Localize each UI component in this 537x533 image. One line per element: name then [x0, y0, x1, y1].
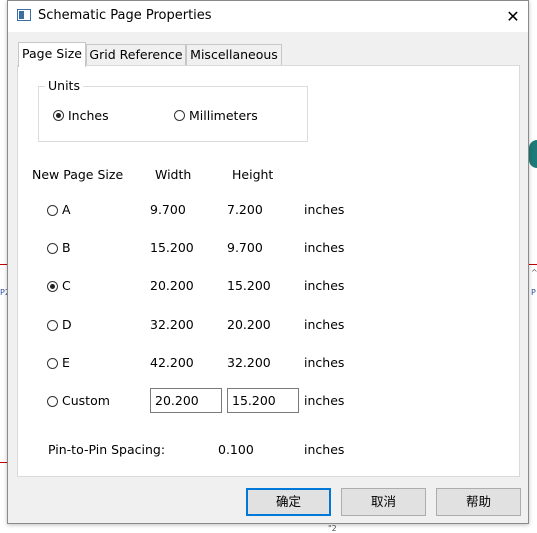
size-a-width: 9.700: [150, 202, 186, 217]
title-bar[interactable]: Schematic Page Properties ✕: [8, 1, 528, 32]
units-inches-label[interactable]: Inches: [68, 108, 109, 123]
size-c-unit: inches: [304, 278, 345, 293]
help-button[interactable]: 帮助: [436, 488, 521, 516]
background-teal-shape: [529, 140, 537, 168]
size-d-height: 20.200: [227, 317, 271, 332]
ok-button[interactable]: 确定: [246, 488, 331, 516]
custom-width-input[interactable]: [150, 388, 222, 413]
size-b-unit: inches: [304, 240, 345, 255]
size-b-width: 15.200: [150, 240, 194, 255]
close-button[interactable]: ✕: [498, 1, 528, 32]
units-millimeters-radio[interactable]: [174, 110, 185, 121]
units-millimeters-label[interactable]: Millimeters: [189, 108, 258, 123]
size-a-unit: inches: [304, 202, 345, 217]
pin-spacing-label: Pin-to-Pin Spacing:: [48, 442, 166, 457]
size-c-height: 15.200: [227, 278, 271, 293]
pin-spacing-unit: inches: [304, 442, 345, 457]
background-glyph-right: ^: [531, 268, 537, 277]
size-c-width: 20.200: [150, 278, 194, 293]
cancel-button[interactable]: 取消: [341, 488, 426, 516]
size-d-width: 32.200: [150, 317, 194, 332]
size-custom-radio[interactable]: [47, 396, 58, 407]
pin-spacing-value: 0.100: [218, 442, 254, 457]
height-header: Height: [232, 167, 274, 182]
new-page-size-header: New Page Size: [32, 167, 124, 182]
page-size-panel: Units Inches Millimeters New Page Size W…: [17, 65, 520, 477]
tab-page-size[interactable]: Page Size: [18, 42, 86, 67]
tab-grid-reference[interactable]: Grid Reference: [86, 44, 186, 65]
units-legend: Units: [45, 78, 83, 93]
units-group: Units Inches Millimeters: [38, 78, 308, 142]
size-e-height: 32.200: [227, 355, 271, 370]
size-c-radio[interactable]: [47, 281, 58, 292]
size-e-label[interactable]: E: [62, 355, 70, 370]
size-b-height: 9.700: [227, 240, 263, 255]
tab-miscellaneous[interactable]: Miscellaneous: [186, 44, 282, 65]
size-a-height: 7.200: [227, 202, 263, 217]
units-inches-radio[interactable]: [53, 110, 64, 121]
size-d-radio[interactable]: [47, 320, 58, 331]
size-custom-label[interactable]: Custom: [62, 393, 110, 408]
size-d-unit: inches: [304, 317, 345, 332]
size-d-label[interactable]: D: [62, 317, 72, 332]
background-text-right: P: [531, 288, 536, 297]
custom-height-input[interactable]: [227, 388, 299, 413]
size-b-radio[interactable]: [47, 243, 58, 254]
window-title: Schematic Page Properties: [38, 8, 212, 23]
background-text-bottom: "2: [328, 524, 337, 533]
app-window-icon: [17, 9, 31, 21]
background-red-line-right: [529, 264, 537, 265]
size-e-unit: inches: [304, 355, 345, 370]
size-e-width: 42.200: [150, 355, 194, 370]
size-a-label[interactable]: A: [62, 202, 71, 217]
size-b-label[interactable]: B: [62, 240, 71, 255]
schematic-page-properties-dialog: Schematic Page Properties ✕ Page Size Gr…: [7, 0, 529, 524]
width-header: Width: [155, 167, 192, 182]
size-e-radio[interactable]: [47, 358, 58, 369]
size-a-radio[interactable]: [47, 205, 58, 216]
size-custom-unit: inches: [304, 393, 345, 408]
size-c-label[interactable]: C: [62, 278, 71, 293]
